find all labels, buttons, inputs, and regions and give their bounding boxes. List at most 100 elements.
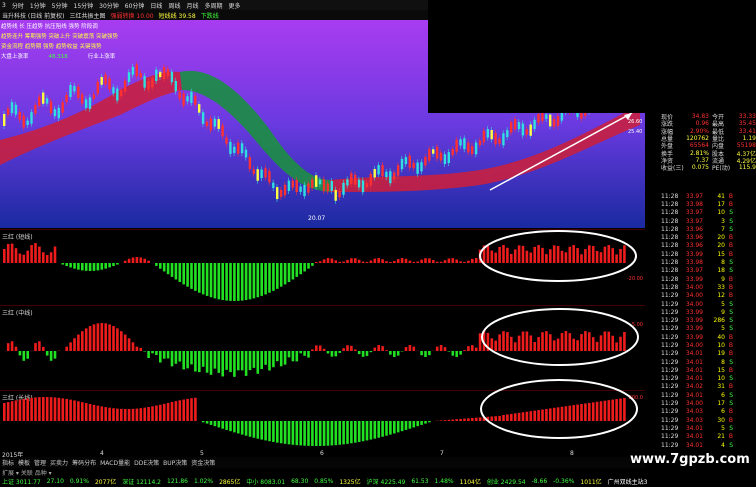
period-tab-4[interactable]: 15分钟: [74, 1, 94, 10]
histogram-bar: [607, 331, 611, 351]
indicator-tab-5[interactable]: MACD量能: [100, 458, 130, 467]
histogram-bar: [498, 415, 501, 421]
histogram-bar: [217, 263, 221, 300]
histogram-bar: [568, 333, 572, 351]
histogram-bar: [213, 421, 217, 427]
histogram-bar: [34, 343, 37, 351]
histogram-bar: [396, 351, 400, 356]
tick-row: 11:29 34.03 30 B: [661, 416, 733, 424]
histogram-bar: [599, 252, 603, 263]
candle: [467, 142, 470, 153]
candle: [455, 139, 458, 152]
histogram-bar: [381, 346, 384, 351]
period-tab-11[interactable]: 更多: [228, 1, 240, 10]
period-tab-0[interactable]: 3: [2, 2, 6, 9]
period-tab-5[interactable]: 30分钟: [99, 1, 119, 10]
histogram-bar: [478, 333, 482, 351]
candle: [494, 132, 497, 145]
period-tab-2[interactable]: 1分钟: [30, 1, 46, 10]
candle: [233, 146, 236, 153]
indicator-tab-4[interactable]: 筹码分布: [72, 458, 96, 467]
histogram-bar: [467, 346, 470, 351]
indicator-tab-2[interactable]: 管理: [34, 458, 46, 467]
period-tab-8[interactable]: 周线: [168, 1, 180, 10]
histogram-bar: [116, 263, 119, 265]
histogram-bar: [30, 245, 33, 263]
candle: [513, 119, 517, 130]
histogram-bar: [291, 351, 295, 362]
candle: [276, 187, 279, 200]
histogram-bar: [552, 245, 556, 263]
indicator-tab-0[interactable]: 指标: [2, 458, 14, 467]
histogram-bar: [287, 263, 291, 282]
histogram-bar: [190, 398, 193, 421]
candle: [393, 172, 396, 180]
subchart-mid[interactable]: 三红 (中线) 5.00: [0, 305, 645, 390]
histogram-bar: [545, 254, 548, 263]
histogram-bar: [326, 258, 330, 263]
histogram-bar: [108, 407, 111, 421]
histogram-bar: [338, 351, 341, 353]
indicator-label-2: 强弱转换 10.00: [110, 12, 154, 20]
period-tab-7[interactable]: 日线: [150, 1, 162, 10]
histogram-bar: [619, 248, 622, 263]
histogram-bar: [564, 331, 568, 351]
period-tab-6[interactable]: 60分钟: [125, 1, 145, 10]
period-tab-10[interactable]: 多周期: [204, 1, 222, 10]
indicator-tab-1[interactable]: 模板: [18, 458, 30, 467]
indicator-tab-8[interactable]: 资金决策: [191, 458, 215, 467]
histogram-bar: [205, 421, 209, 424]
period-tab-9[interactable]: 月线: [186, 1, 198, 10]
candle: [463, 138, 466, 150]
histogram-bar: [420, 259, 423, 263]
histogram-bar: [467, 260, 470, 263]
indicator-tab-3[interactable]: 买卖力: [50, 458, 68, 467]
tick-row: 11:29 34.00 17 S: [661, 400, 733, 408]
candle: [439, 152, 443, 161]
histogram-bar: [623, 397, 626, 421]
histogram-bar: [6, 243, 10, 263]
histogram-bar: [330, 258, 334, 263]
histogram-bar: [45, 397, 49, 421]
tick-row: 11:29 34.00 5 S: [661, 300, 733, 308]
histogram-bar: [131, 257, 135, 263]
histogram-bar: [556, 338, 560, 351]
candle: [10, 102, 14, 114]
candle: [123, 80, 127, 92]
histogram-bar: [147, 407, 150, 421]
histogram-bar: [541, 247, 544, 263]
candle: [81, 94, 84, 104]
histogram-bar: [30, 397, 33, 421]
histogram-bar: [552, 407, 556, 421]
candle: [143, 76, 146, 88]
tick-list[interactable]: 11:28 33.97 41 B 11:28 33.98 17 B 11:28 33.97 10 S 1…: [661, 192, 756, 457]
candle: [529, 124, 532, 136]
histogram-bar: [334, 260, 338, 263]
histogram-bar: [400, 421, 404, 432]
indicator-tab-6[interactable]: DDE决策: [134, 458, 159, 467]
histogram-bar: [404, 421, 408, 430]
histogram-bar: [603, 331, 607, 351]
histogram-bar: [412, 421, 416, 428]
histogram-bar: [521, 331, 525, 351]
candle: [334, 189, 337, 201]
histogram-bar: [155, 351, 158, 356]
indicator-tab-7[interactable]: BUP决策: [163, 458, 187, 467]
candle: [447, 152, 450, 163]
histogram-bar: [607, 245, 611, 263]
tick-row: 11:29 34.01 4 S: [661, 441, 733, 449]
histogram-bar: [186, 398, 189, 421]
histogram-bar: [408, 260, 412, 263]
subchart-long[interactable]: 三红 (长线) 200.0: [0, 390, 645, 451]
candle: [26, 120, 29, 125]
histogram-bar: [361, 261, 365, 263]
period-tab-3[interactable]: 5分钟: [52, 1, 68, 10]
histogram-bar: [385, 421, 388, 436]
histogram-bar: [225, 351, 228, 370]
histogram-bar: [14, 400, 18, 421]
histogram-bar: [244, 421, 248, 436]
histogram-bar: [478, 249, 482, 263]
histogram-bar: [186, 263, 189, 287]
period-tab-1[interactable]: 分时: [12, 1, 24, 10]
subchart-short[interactable]: 三红 (短线) -20.00: [0, 229, 645, 305]
